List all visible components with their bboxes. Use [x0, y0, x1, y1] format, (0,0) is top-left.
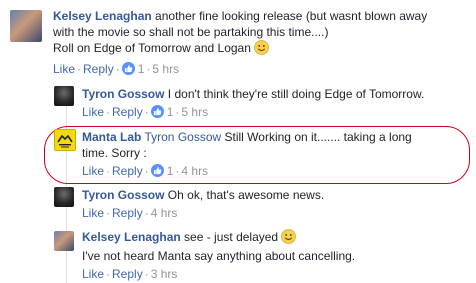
comment-body: Kelsey Lenaghan see - just delayed I've …: [82, 229, 470, 264]
like-link[interactable]: Like: [82, 267, 104, 281]
reply-link[interactable]: Reply: [83, 62, 114, 76]
comment-body: Tyron Gossow Oh ok, that's awesome news.: [82, 187, 470, 203]
comment-text: another fine looking release (but wasnt …: [155, 9, 428, 23]
author-name[interactable]: Manta Lab: [82, 130, 141, 144]
smiley-icon: [281, 229, 297, 248]
comment-actions: Like · Reply · 1 · 5 hrs: [53, 62, 468, 76]
author-name[interactable]: Kelsey Lenaghan: [53, 9, 152, 23]
separator: ·: [144, 267, 149, 281]
reply-link[interactable]: Reply: [112, 105, 143, 119]
mention-link[interactable]: Tyron Gossow: [144, 130, 221, 144]
comment-actions: Like · Reply · 1 · 4 hrs: [82, 164, 462, 178]
author-name[interactable]: Tyron Gossow: [82, 188, 164, 202]
like-thumb-icon[interactable]: [150, 105, 164, 118]
comment-actions: Like · Reply · 4 hrs: [82, 206, 470, 220]
comment-body: Tyron Gossow I don't think they're still…: [82, 86, 470, 102]
avatar-tyron[interactable]: [54, 86, 74, 106]
smiley-icon: [254, 40, 269, 59]
reply-link[interactable]: Reply: [112, 206, 143, 220]
separator: ·: [144, 206, 149, 220]
separator: ·: [106, 164, 111, 178]
avatar-kelsey[interactable]: [54, 231, 74, 251]
separator: ·: [106, 267, 111, 281]
separator: ·: [175, 164, 180, 178]
comment-text: with the movie so shall not be partaking…: [53, 25, 329, 39]
comment-text: Roll on Edge of Tomorrow and Logan: [53, 41, 251, 55]
timestamp[interactable]: 5 hrs: [152, 62, 179, 76]
reply-link[interactable]: Reply: [112, 267, 143, 281]
separator: ·: [115, 62, 120, 76]
like-count[interactable]: 1: [167, 105, 174, 119]
thread-line: [66, 86, 67, 283]
like-thumb-icon[interactable]: [150, 164, 164, 177]
comment-text: I've not heard Manta say anything about …: [82, 249, 356, 263]
timestamp[interactable]: 4 hrs: [151, 206, 178, 220]
separator: ·: [146, 62, 151, 76]
separator: ·: [144, 164, 149, 178]
like-count[interactable]: 1: [167, 164, 174, 178]
separator: ·: [77, 62, 82, 76]
avatar-kelsey[interactable]: [10, 10, 42, 42]
like-count[interactable]: 1: [138, 62, 145, 76]
comment-text: see - just delayed: [184, 230, 279, 244]
comment-text: time. Sorry :: [82, 146, 147, 160]
comment-text: I don't think they're still doing Edge o…: [167, 87, 425, 101]
like-link[interactable]: Like: [82, 105, 104, 119]
separator: ·: [144, 105, 149, 119]
comment-actions: Like · Reply · 1 · 5 hrs: [82, 105, 470, 119]
comment-body: Manta Lab Tyron Gossow Still Working on …: [82, 129, 462, 161]
like-link[interactable]: Like: [82, 164, 104, 178]
comment-text: Oh ok, that's awesome news.: [167, 188, 325, 202]
reply-link[interactable]: Reply: [112, 164, 143, 178]
avatar-manta-lab[interactable]: [54, 129, 76, 151]
like-link[interactable]: Like: [82, 206, 104, 220]
comment-body: Kelsey Lenaghan another fine looking rel…: [53, 8, 468, 59]
separator: ·: [175, 105, 180, 119]
timestamp[interactable]: 5 hrs: [181, 105, 208, 119]
like-thumb-icon[interactable]: [121, 62, 135, 75]
timestamp[interactable]: 3 hrs: [151, 267, 178, 281]
separator: ·: [106, 105, 111, 119]
comment-actions: Like · Reply · 3 hrs: [82, 267, 470, 281]
comment-text: Still Working on it....... taking a long: [224, 130, 412, 144]
author-name[interactable]: Kelsey Lenaghan: [82, 230, 181, 244]
separator: ·: [106, 206, 111, 220]
manta-logo-icon: [57, 134, 73, 148]
author-name[interactable]: Tyron Gossow: [82, 87, 164, 101]
like-link[interactable]: Like: [53, 62, 75, 76]
timestamp[interactable]: 4 hrs: [181, 164, 208, 178]
avatar-tyron[interactable]: [54, 187, 74, 207]
